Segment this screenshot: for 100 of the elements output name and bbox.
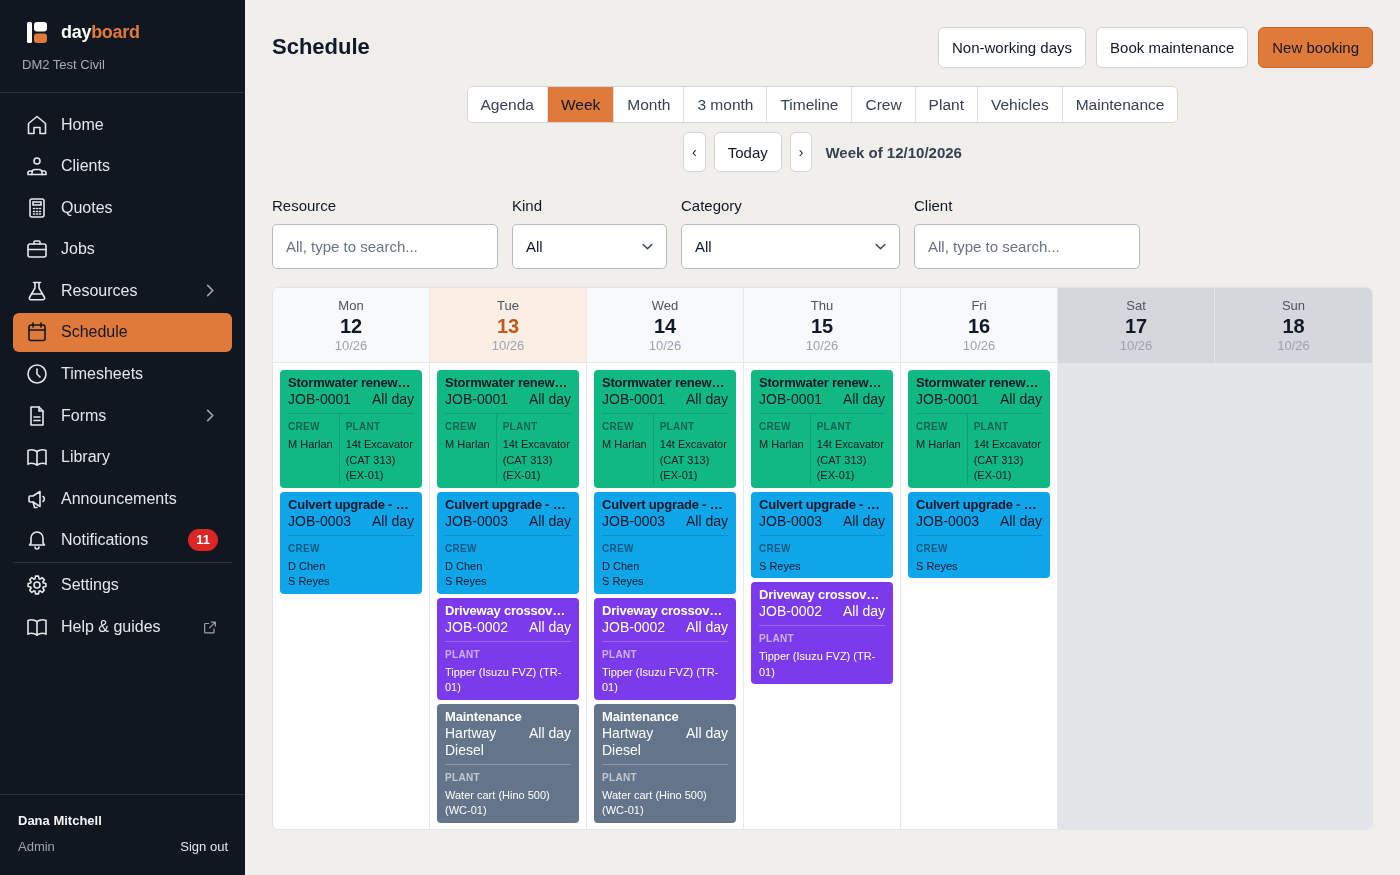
resource-name: M Harlan [759,437,804,452]
header-button[interactable]: Non-working days [937,26,1087,68]
resource-heading: PLANT [659,420,696,433]
bell-icon [27,530,47,551]
next-week-button[interactable]: › [789,132,813,172]
event-card[interactable]: Stormwater renew… JOB-0001 All day CREW M Harlan PLANT 14t Excavator (CAT 313) (EX-01) [908,370,1050,488]
book-icon [27,617,47,638]
resource-heading: PLANT [759,632,795,645]
sidebar-item[interactable]: Announcements [13,479,232,519]
new-booking-button[interactable]: New booking [1258,26,1373,68]
sidebar-item[interactable]: Timesheets [13,354,232,394]
event-subtitle: JOB-0002 [759,603,823,620]
event-subtitle: JOB-0001 [288,391,352,408]
sign-out-link[interactable]: Sign out [180,839,228,855]
event-title: Stormwater renew… [759,375,883,391]
event-title: Maintenance [602,708,680,725]
resource-name: Tipper (Isuzu FVZ) (TR-01) [759,649,877,680]
event-card[interactable]: Culvert upgrade - … JOB-0003 All day CREW S Reyes [908,491,1050,578]
dropdown-field[interactable]: All [512,224,667,269]
sidebar-item[interactable]: Settings [13,565,232,605]
event-card[interactable]: Maintenance Hartway Diesel All day PLANT Water cart (Hino 500) (WC-01) [437,703,579,823]
event-title: Culvert upgrade - … [916,496,1038,513]
event-subtitle: Hartway Diesel [445,724,498,759]
day-date: 10/26 [648,338,682,354]
sidebar-item[interactable]: Clients [13,146,232,186]
chevron-down-icon [642,243,653,250]
weekday-label: Thu [810,298,834,314]
day-number: 17 [1124,314,1148,338]
resource-heading: PLANT [345,420,382,433]
sidebar-item[interactable]: Library [13,437,232,477]
sidebar-item[interactable]: Quotes [13,188,232,228]
resource-heading: CREW [288,541,321,555]
event-time: All day [528,724,571,742]
sidebar-item[interactable]: Schedule [13,312,232,352]
briefcase-icon [27,239,47,260]
day-date: 10/26 [1277,338,1310,354]
resource-name: 14t Excavator (CAT 313) (EX-01) [816,437,885,483]
event-time: All day [999,391,1042,408]
event-card[interactable]: Culvert upgrade - … JOB-0003 All day CREW D Chen S Reyes [280,491,422,594]
search-field[interactable]: All, type to search... [914,224,1140,269]
resource-name: 14t Excavator (CAT 313) (EX-01) [973,437,1042,483]
event-card[interactable]: Culvert upgrade - … JOB-0003 All day CREW D Chen S Reyes [594,491,736,594]
resource-name: S Reyes [602,574,645,589]
event-card[interactable]: Driveway crossov… JOB-0002 All day PLANT Tipper (Isuzu FVZ) (TR-01) [437,597,579,700]
weekday-label: Sun [1281,298,1306,314]
flask-icon [27,280,47,301]
resource-name: 14t Excavator (CAT 313) (EX-01) [345,437,414,483]
resource-heading: CREW [602,541,635,555]
resource-heading: CREW [602,420,635,433]
event-time: All day [842,603,885,620]
day-number: 13 [496,314,520,338]
event-card[interactable]: Culvert upgrade - … JOB-0003 All day CREW D Chen S Reyes [437,491,579,594]
event-card[interactable]: Driveway crossov… JOB-0002 All day PLANT Tipper (Isuzu FVZ) (TR-01) [751,582,893,684]
resource-name: S Reyes [759,558,802,574]
event-title: Driveway crossov… [445,602,567,619]
organisation-name: DM2 Test Civil [22,57,105,72]
event-subtitle: JOB-0003 [602,512,666,530]
event-subtitle: JOB-0001 [916,391,980,408]
page-title: Schedule [272,34,370,60]
event-title: Maintenance [445,708,523,725]
day-date: 10/26 [1119,338,1153,354]
filter-label: Category [681,197,742,214]
event-time: All day [842,512,885,530]
sidebar-item[interactable]: Resources [13,271,232,311]
sidebar-item[interactable]: Notifications 11 [13,520,232,560]
event-card[interactable]: Stormwater renew… JOB-0001 All day CREW M Harlan PLANT 14t Excavator (CAT 313) (EX-01) [280,370,422,488]
today-button[interactable]: Today [713,132,782,172]
day-number: 18 [1282,314,1305,338]
resource-name: Water cart (Hino 500) (WC-01) [602,787,708,818]
sidebar-item[interactable]: Forms [13,396,232,436]
search-field[interactable]: All, type to search... [272,224,498,269]
event-card[interactable]: Maintenance Hartway Diesel All day PLANT Water cart (Hino 500) (WC-01) [594,703,736,823]
day-number: 14 [653,314,677,338]
dropdown-field[interactable]: All [681,224,900,269]
view-tab[interactable]: Week [548,87,615,122]
user-role: Admin [18,839,55,855]
event-time: All day [685,391,728,408]
megaphone-icon [27,488,47,509]
day-number: 15 [810,314,834,338]
previous-week-button[interactable]: ‹ [683,132,706,172]
event-title: Driveway crossov… [602,602,724,619]
count-badge: 11 [188,529,218,552]
sidebar-item[interactable]: Home [13,105,232,144]
event-card[interactable]: Driveway crossov… JOB-0002 All day PLANT Tipper (Isuzu FVZ) (TR-01) [594,597,736,700]
event-card[interactable]: Culvert upgrade - … JOB-0003 All day CREW S Reyes [751,491,893,578]
weekday-label: Fri [971,298,987,314]
sidebar-item[interactable]: Jobs [13,229,232,269]
chevron-down-icon [875,243,886,250]
day-date: 10/26 [334,338,368,354]
sidebar-item[interactable]: Help & guides [13,607,232,647]
event-card[interactable]: Stormwater renew… JOB-0001 All day CREW M Harlan PLANT 14t Excavator (CAT 313) (EX-01) [437,370,579,488]
header-button[interactable]: Book maintenance [1096,26,1249,68]
logo-wordmark: dayboard [61,22,140,43]
event-card[interactable]: Stormwater renew… JOB-0001 All day CREW M Harlan PLANT 14t Excavator (CAT 313) (EX-01) [751,370,893,488]
resource-heading: PLANT [602,770,638,784]
event-subtitle: JOB-0002 [445,618,509,636]
event-card[interactable]: Stormwater renew… JOB-0001 All day CREW M Harlan PLANT 14t Excavator (CAT 313) (EX-01) [594,370,736,488]
event-time: All day [371,512,414,530]
resource-name: M Harlan [445,437,490,452]
view-tab[interactable]: Agenda [467,87,548,122]
